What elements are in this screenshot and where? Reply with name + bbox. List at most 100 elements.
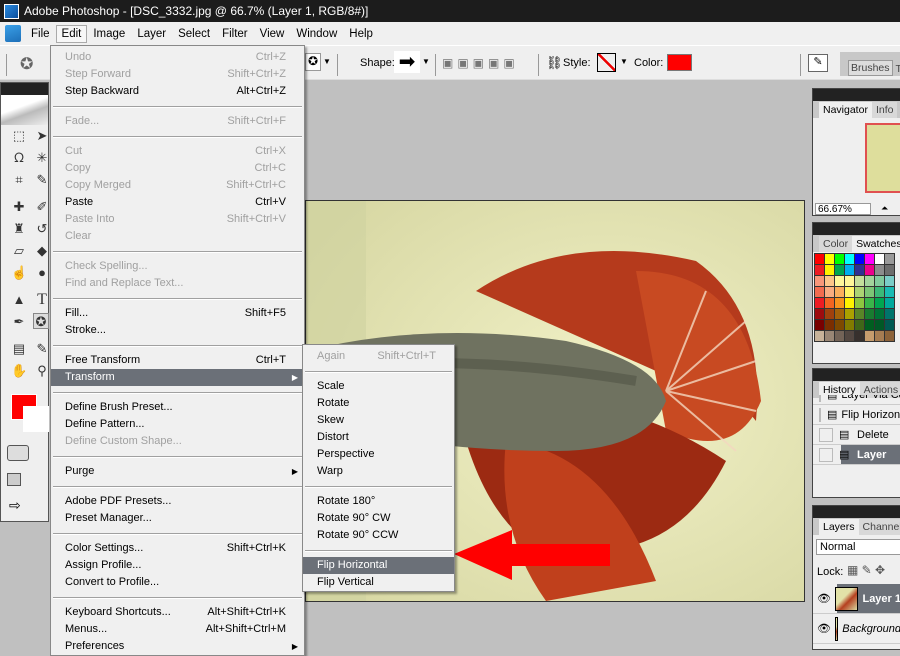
healing-brush-icon[interactable]: ✚ — [11, 199, 27, 215]
menu-item-step-forward[interactable]: Step Forward Shift+Ctrl+Z — [51, 66, 304, 83]
eye-icon[interactable]: 👁 — [817, 622, 831, 635]
menu-item-free-transform[interactable]: Free Transform Ctrl+T — [51, 352, 304, 369]
swatch[interactable] — [884, 330, 895, 342]
paint-bucket-icon[interactable]: ◆ — [34, 243, 50, 259]
custom-shape-tool-icon[interactable]: ✪ — [20, 54, 33, 74]
lock-icons[interactable]: ▦ ✎ ✥ — [847, 563, 885, 577]
history-checkbox[interactable] — [819, 447, 833, 462]
menu-item-rotate[interactable]: Rotate — [303, 395, 454, 412]
menu-item-undo[interactable]: Undo Ctrl+Z — [51, 49, 304, 66]
tab-tool-presets[interactable]: T — [893, 62, 900, 76]
shape-dropdown-icon[interactable]: ▼ — [323, 57, 331, 66]
jump-to-imageready-icon[interactable]: ⇨ — [9, 497, 21, 514]
lasso-tool-icon[interactable]: ᘯ — [11, 150, 27, 166]
menu-item-keyboard-shortcuts[interactable]: Keyboard Shortcuts... Alt+Shift+Ctrl+K — [51, 604, 304, 621]
menu-item-clear[interactable]: Clear — [51, 228, 304, 245]
menu-item-skew[interactable]: Skew — [303, 412, 454, 429]
clone-stamp-icon[interactable]: ♜ — [11, 221, 27, 237]
menu-item-adobe-pdf-presets[interactable]: Adobe PDF Presets... — [51, 493, 304, 510]
menu-item-scale[interactable]: Scale — [303, 378, 454, 395]
eraser-tool-icon[interactable]: ▱ — [11, 243, 27, 259]
menu-help[interactable]: Help — [343, 25, 379, 43]
menu-item-flip-horizontal[interactable]: Flip Horizontal — [303, 557, 454, 574]
tab-navigator[interactable]: Navigator — [819, 102, 872, 118]
brush-tool-icon[interactable]: ✐ — [34, 199, 50, 215]
eyedropper-icon[interactable]: ✎ — [34, 341, 50, 357]
menu-item-fill[interactable]: Fill... Shift+F5 — [51, 305, 304, 322]
tab-color[interactable]: Color — [819, 236, 853, 252]
menu-item-preset-manager[interactable]: Preset Manager... — [51, 510, 304, 527]
menu-image[interactable]: Image — [87, 25, 131, 43]
menu-view[interactable]: View — [254, 25, 291, 43]
shape-picker-icon[interactable]: ✪ — [305, 53, 321, 71]
eye-icon[interactable]: 👁 — [817, 592, 831, 605]
menu-item-convert-to-profile[interactable]: Convert to Profile... — [51, 574, 304, 591]
link-icon[interactable]: ⛓ — [546, 55, 563, 71]
menu-item-stroke[interactable]: Stroke... — [51, 322, 304, 339]
menu-item-define-pattern[interactable]: Define Pattern... — [51, 416, 304, 433]
path-selection-icon[interactable]: ▲ — [11, 292, 27, 308]
menu-item-rotate-180[interactable]: Rotate 180° — [303, 493, 454, 510]
menu-item-check-spelling[interactable]: Check Spelling... — [51, 258, 304, 275]
marquee-tool-icon[interactable]: ⬚ — [11, 128, 27, 144]
custom-shape-tool-icon[interactable]: ✪ — [33, 313, 49, 329]
menu-item-transform[interactable]: Transform ▶ — [51, 369, 304, 386]
magic-wand-icon[interactable]: ✳ — [34, 150, 50, 166]
tab-brushes[interactable]: Brushes — [848, 60, 893, 76]
dodge-tool-icon[interactable]: ● — [34, 265, 50, 281]
history-checkbox[interactable] — [819, 407, 821, 422]
history-item[interactable]: ▤ Layer — [813, 445, 900, 465]
hand-tool-icon[interactable]: ✋ — [11, 363, 27, 379]
tab-channels[interactable]: Channels — [858, 519, 900, 535]
zoom-tool-icon[interactable]: ⚲ — [34, 363, 50, 379]
layer-row[interactable]: 👁 Background — [813, 614, 900, 644]
menu-filter[interactable]: Filter — [216, 25, 254, 43]
menu-item-define-custom-shape[interactable]: Define Custom Shape... — [51, 433, 304, 450]
shape-picker[interactable]: ➡ — [394, 51, 420, 73]
history-checkbox[interactable] — [819, 427, 833, 442]
background-color[interactable] — [23, 406, 49, 432]
style-picker[interactable] — [597, 53, 616, 72]
smudge-tool-icon[interactable]: ☝ — [11, 265, 27, 281]
history-item[interactable]: ▤ Delete — [813, 425, 900, 445]
menu-item-perspective[interactable]: Perspective — [303, 446, 454, 463]
menu-layer[interactable]: Layer — [131, 25, 172, 43]
menu-item-step-backward[interactable]: Step Backward Alt+Ctrl+Z — [51, 83, 304, 100]
menu-item-copy-merged[interactable]: Copy Merged Shift+Ctrl+C — [51, 177, 304, 194]
menu-select[interactable]: Select — [172, 25, 216, 43]
type-tool-icon[interactable]: T — [34, 292, 50, 308]
menu-item-cut[interactable]: Cut Ctrl+X — [51, 143, 304, 160]
menu-item-preferences[interactable]: Preferences ▶ — [51, 638, 304, 655]
quick-mask-icon[interactable] — [7, 445, 29, 461]
menu-edit[interactable]: Edit — [55, 24, 88, 43]
pen-tool-icon[interactable]: ✒ — [11, 314, 27, 330]
blend-mode-select[interactable]: Normal — [816, 539, 900, 555]
menu-item-rotate-90-cw[interactable]: Rotate 90° CW — [303, 510, 454, 527]
menu-file[interactable]: File — [25, 25, 56, 43]
history-item[interactable]: ▤Layer Via Copy — [813, 395, 900, 405]
screen-mode-icon[interactable] — [7, 473, 21, 486]
menu-item-warp[interactable]: Warp — [303, 463, 454, 480]
zoom-out-icon[interactable]: ⏶ — [881, 203, 888, 214]
tab-swatches[interactable]: Swatches — [852, 236, 900, 252]
menu-item-paste[interactable]: Paste Ctrl+V — [51, 194, 304, 211]
color-swatch[interactable] — [667, 54, 692, 71]
shape-dropdown-icon[interactable]: ▼ — [422, 57, 430, 66]
menu-item-flip-vertical[interactable]: Flip Vertical — [303, 574, 454, 591]
tab-info[interactable]: Info — [871, 102, 898, 118]
menu-item-again[interactable]: Again Shift+Ctrl+T — [303, 348, 454, 365]
menu-item-distort[interactable]: Distort — [303, 429, 454, 446]
menu-item-color-settings[interactable]: Color Settings... Shift+Ctrl+K — [51, 540, 304, 557]
menu-item-fade[interactable]: Fade... Shift+Ctrl+F — [51, 113, 304, 130]
layer-row[interactable]: 👁 Layer 1 — [813, 584, 900, 614]
app-icon[interactable] — [5, 25, 21, 42]
menu-item-menus[interactable]: Menus... Alt+Shift+Ctrl+M — [51, 621, 304, 638]
menu-item-rotate-90-ccw[interactable]: Rotate 90° CCW — [303, 527, 454, 544]
crop-tool-icon[interactable]: ⌗ — [11, 172, 27, 188]
menu-item-define-brush-preset[interactable]: Define Brush Preset... — [51, 399, 304, 416]
palette-well-icon[interactable]: ✎ — [808, 54, 828, 72]
move-tool-icon[interactable]: ➤ — [34, 128, 50, 144]
menu-item-assign-profile[interactable]: Assign Profile... — [51, 557, 304, 574]
menu-item-purge[interactable]: Purge ▶ — [51, 463, 304, 480]
style-dropdown-icon[interactable]: ▼ — [620, 57, 628, 66]
